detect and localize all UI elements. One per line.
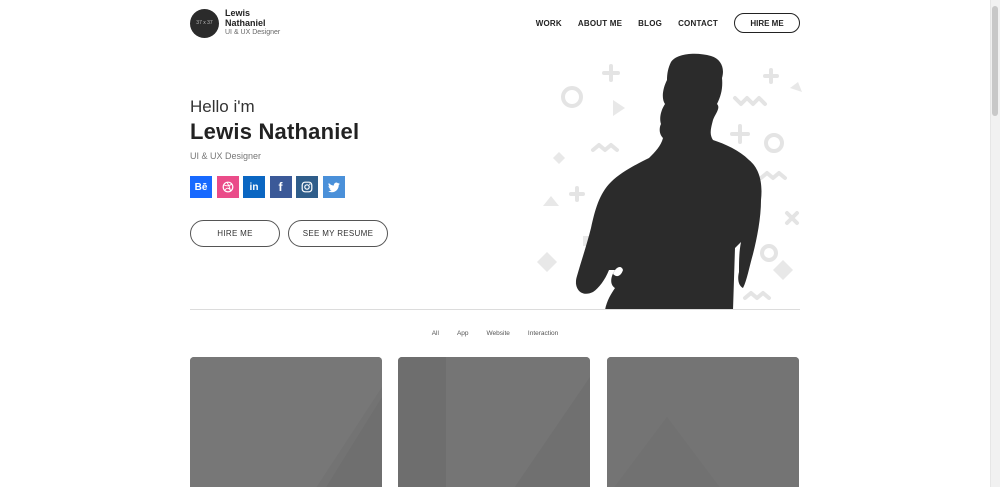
social-links: Bē in f (190, 176, 349, 198)
instagram-icon[interactable] (296, 176, 318, 198)
hero-name: Lewis Nathaniel (190, 119, 360, 144)
filter-website[interactable]: Website (487, 330, 510, 337)
twitter-icon[interactable] (322, 176, 345, 198)
brand-role: UI & UX Designer (225, 29, 281, 36)
decor-zigzag (743, 291, 771, 300)
nav-work[interactable]: WORK (536, 19, 562, 28)
brand-name: Lewis Nathaniel (225, 8, 266, 28)
card-image-placeholder (398, 357, 590, 487)
see-resume-button[interactable]: SEE MY RESUME (288, 220, 388, 247)
decor-triangle (613, 100, 625, 116)
dribbble-icon[interactable] (216, 176, 239, 198)
portfolio-filters: All App Website Interaction (0, 330, 990, 337)
decor-triangle (790, 82, 802, 92)
nav-contact[interactable]: CONTACT (678, 19, 718, 28)
card-image-placeholder (190, 357, 382, 487)
decor-zigzag (591, 143, 619, 152)
main-nav: WORK ABOUT ME BLOG CONTACT HIRE ME (536, 13, 800, 33)
filter-interaction[interactable]: Interaction (528, 330, 558, 337)
nav-blog[interactable]: BLOG (638, 19, 662, 28)
filter-app[interactable]: App (457, 330, 469, 337)
site-header: 37 x 37 Lewis Nathaniel UI & UX Designer… (190, 8, 800, 38)
twitter-glyph (327, 182, 340, 192)
decor-circle (764, 133, 784, 153)
hero-greeting: Hello i'm (190, 97, 255, 116)
scrollbar-thumb[interactable] (992, 6, 998, 116)
decor-plus (763, 68, 779, 84)
decor-plus (602, 64, 620, 82)
brand[interactable]: 37 x 37 Lewis Nathaniel UI & UX Designer (190, 8, 280, 38)
portfolio-card[interactable] (607, 357, 799, 487)
dribbble-glyph (222, 181, 233, 193)
linkedin-icon[interactable]: in (243, 176, 265, 198)
hero-actions: HIRE ME SEE MY RESUME (190, 220, 388, 247)
brand-text: Lewis Nathaniel UI & UX Designer (225, 8, 280, 38)
header-hire-me-button[interactable]: HIRE ME (734, 13, 800, 33)
instagram-glyph (301, 181, 313, 193)
decor-plus (730, 124, 750, 144)
portfolio-card[interactable] (398, 357, 590, 487)
decor-circle (760, 244, 778, 262)
page-scrollbar[interactable] (990, 0, 1000, 487)
decor-zigzag (759, 171, 787, 180)
decor-diamond (537, 252, 557, 272)
decor-cross (785, 211, 799, 225)
facebook-icon[interactable]: f (269, 176, 292, 198)
portfolio-card[interactable] (190, 357, 382, 487)
hero-role: UI & UX Designer (190, 151, 262, 161)
card-image-placeholder (607, 357, 799, 487)
decor-diamond (553, 152, 565, 164)
hero-silhouette-illustration (537, 53, 802, 310)
filter-all[interactable]: All (432, 330, 439, 337)
section-divider (190, 309, 800, 310)
person-silhouette (576, 53, 762, 310)
behance-icon[interactable]: Bē (190, 176, 212, 198)
decor-circle (561, 86, 583, 108)
nav-about-me[interactable]: ABOUT ME (578, 19, 622, 28)
decor-plus (569, 186, 585, 202)
decor-triangle (543, 196, 559, 206)
decor-diamond (773, 260, 793, 280)
avatar: 37 x 37 (190, 8, 219, 38)
decor-zigzag (733, 96, 767, 106)
hire-me-button[interactable]: HIRE ME (190, 220, 280, 247)
